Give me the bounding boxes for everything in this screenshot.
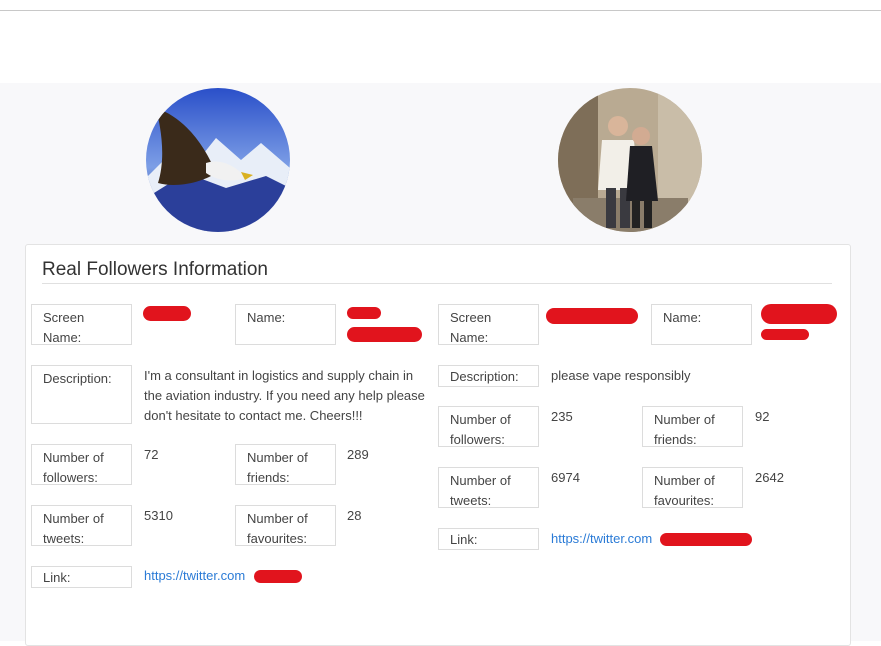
favourites-value: 2642: [755, 470, 784, 485]
tweets-value: 6974: [551, 470, 580, 485]
friends-label: Number of friends:: [235, 444, 336, 485]
name-label: Name:: [235, 304, 336, 345]
title-divider: [42, 283, 832, 284]
friends-value: 92: [755, 409, 770, 424]
twitter-link[interactable]: https://twitter.com: [144, 566, 245, 586]
redacted-screen-name: [143, 306, 191, 321]
friends-value: 289: [347, 447, 369, 462]
favourites-label: Number of favourites:: [235, 505, 336, 546]
redacted-link-handle: [254, 570, 302, 583]
redacted-name: [761, 304, 837, 324]
screen-name-label: Screen Name:: [438, 304, 539, 345]
description-value: please vape responsibly: [551, 368, 691, 383]
link-label: Link:: [31, 566, 132, 588]
profile-avatar-right: [558, 88, 702, 232]
redacted-name: [347, 327, 422, 342]
description-value: I'm a consultant in logistics and supply…: [144, 368, 425, 423]
redacted-link-handle: [660, 533, 752, 546]
followers-label: Number of followers:: [438, 406, 539, 447]
twitter-link[interactable]: https://twitter.com: [551, 529, 652, 549]
followers-value: 235: [551, 409, 573, 424]
description-label: Description:: [438, 365, 539, 387]
favourites-value: 28: [347, 508, 362, 523]
top-divider: [0, 10, 881, 11]
friends-label: Number of friends:: [642, 406, 743, 447]
screen-name-label: Screen Name:: [31, 304, 132, 345]
followers-label: Number of followers:: [31, 444, 132, 485]
link-label: Link:: [438, 528, 539, 550]
tweets-label: Number of tweets:: [438, 467, 539, 508]
redacted-name: [347, 307, 381, 319]
followers-value: 72: [144, 447, 159, 462]
card-title: Real Followers Information: [42, 259, 268, 280]
description-label: Description:: [31, 365, 132, 424]
tweets-label: Number of tweets:: [31, 505, 132, 546]
tweets-value: 5310: [144, 508, 173, 523]
redacted-screen-name: [546, 308, 638, 324]
real-followers-card: Real Followers Information Screen Name: …: [25, 244, 851, 646]
profile-avatar-left: [146, 88, 290, 232]
favourites-label: Number of favourites:: [642, 467, 743, 508]
name-label: Name:: [651, 304, 752, 345]
redacted-name: [761, 329, 809, 340]
